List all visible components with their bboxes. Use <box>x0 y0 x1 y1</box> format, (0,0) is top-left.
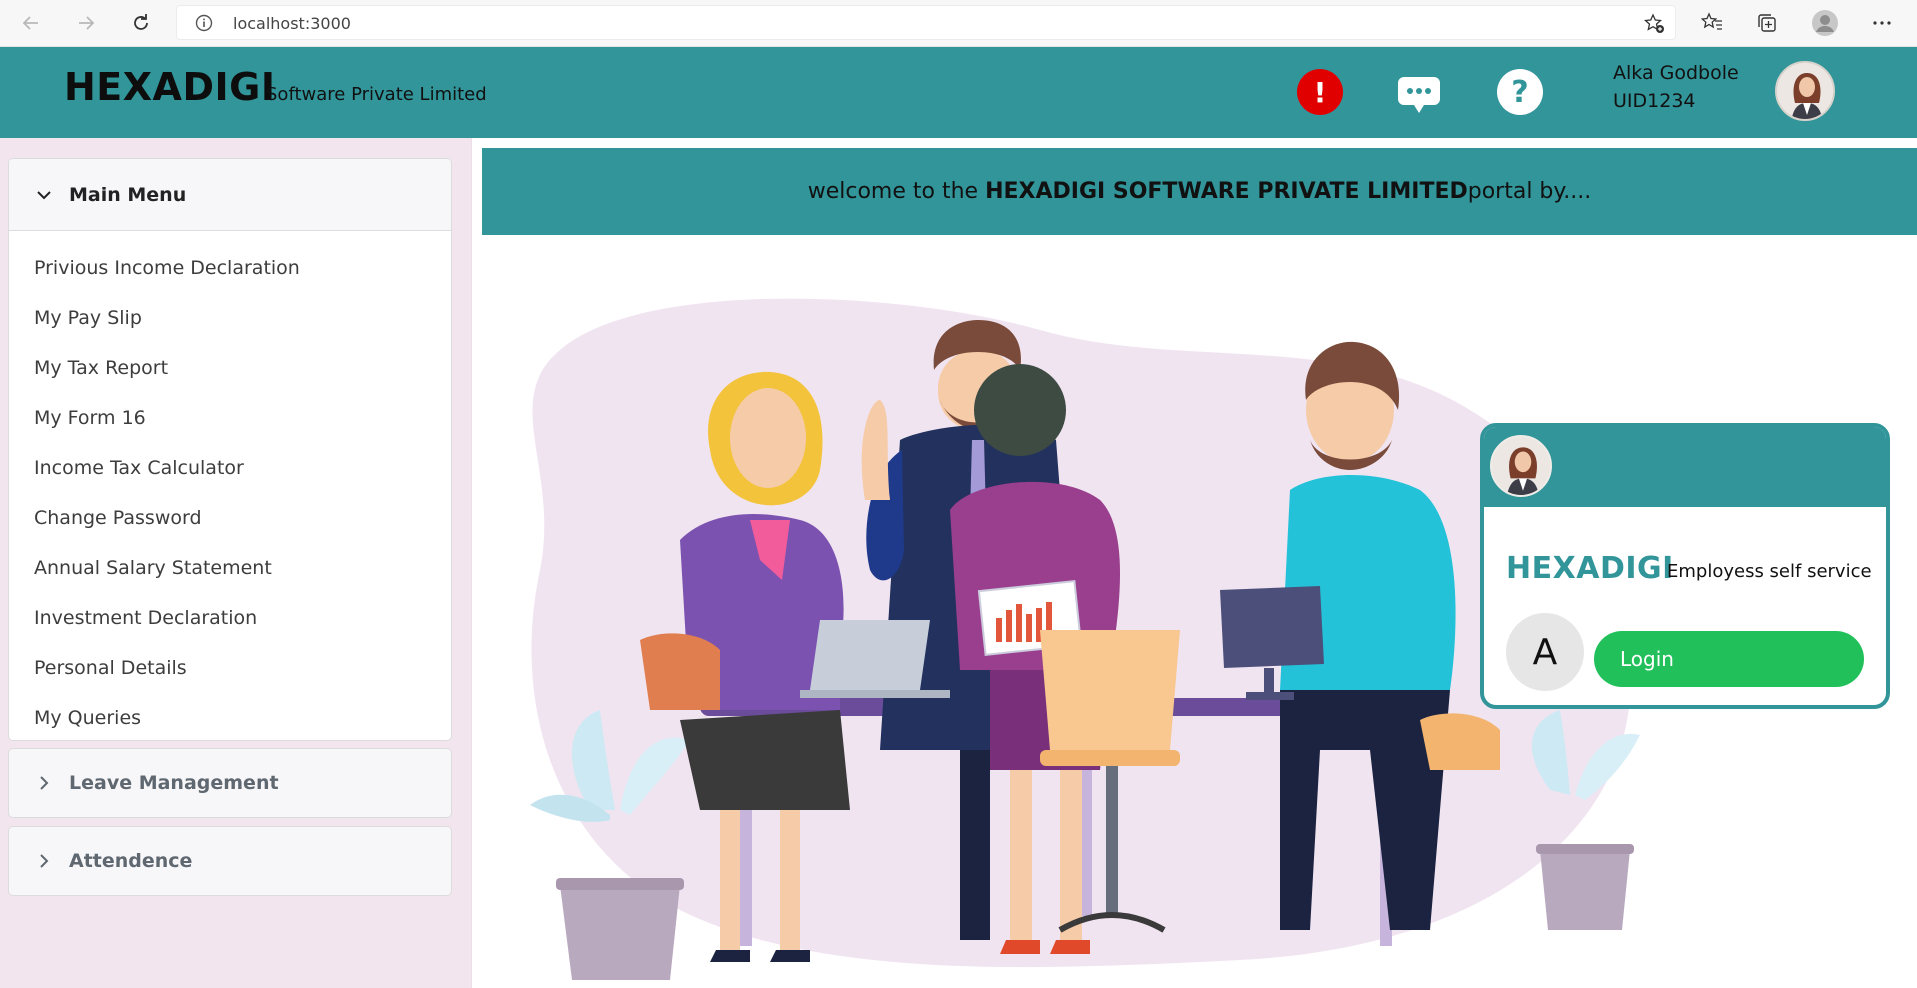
profile-icon[interactable] <box>1810 8 1840 38</box>
chevron-right-icon <box>35 772 57 794</box>
menu-item-my-form-16[interactable]: My Form 16 <box>9 393 451 443</box>
refresh-icon[interactable] <box>126 8 156 38</box>
leave-management-accordion[interactable]: Leave Management <box>8 748 452 818</box>
browser-toolbar: localhost:3000 <box>0 0 1917 47</box>
login-card: HEXADIGI Employess self service A Login <box>1480 423 1890 709</box>
menu-item-investment-declaration[interactable]: Investment Declaration <box>9 593 451 643</box>
menu-item-annual-salary-statement[interactable]: Annual Salary Statement <box>9 543 451 593</box>
sidebar: Main Menu Privious Income Declaration My… <box>0 138 472 988</box>
favorites-icon[interactable] <box>1697 8 1727 38</box>
main-menu-header[interactable]: Main Menu <box>9 159 451 231</box>
back-icon[interactable] <box>16 8 46 38</box>
attendence-accordion[interactable]: Attendence <box>8 826 452 896</box>
forward-icon[interactable] <box>71 8 101 38</box>
menu-item-my-tax-report[interactable]: My Tax Report <box>9 343 451 393</box>
avatar <box>1490 435 1552 497</box>
chair-left-icon <box>640 633 720 710</box>
user-id: UID1234 <box>1613 90 1696 112</box>
app-header: HEXADIGI Software Private Limited ! ? Al… <box>0 47 1917 138</box>
url-text[interactable]: localhost:3000 <box>233 14 351 33</box>
login-card-brand: HEXADIGI <box>1506 551 1674 586</box>
user-name: Alka Godbole <box>1613 62 1739 84</box>
collections-icon[interactable] <box>1752 8 1782 38</box>
address-bar[interactable]: localhost:3000 <box>176 5 1676 40</box>
brand-logo[interactable]: HEXADIGI <box>64 65 275 109</box>
welcome-prefix: welcome to the <box>807 179 986 204</box>
welcome-company: HEXADIGI SOFTWARE PRIVATE LIMITED <box>985 179 1468 204</box>
menu-item-previous-income-declaration[interactable]: Privious Income Declaration <box>9 243 451 293</box>
main-menu-title: Main Menu <box>69 183 187 206</box>
login-button[interactable]: Login <box>1594 631 1864 687</box>
help-glyph: ? <box>1511 74 1529 110</box>
avatar[interactable] <box>1775 61 1835 121</box>
menu-item-personal-details[interactable]: Personal Details <box>9 643 451 693</box>
chair-right-icon <box>1420 713 1500 770</box>
menu-item-my-queries[interactable]: My Queries <box>9 693 451 740</box>
login-card-subtitle: Employess self service <box>1667 561 1872 582</box>
welcome-banner: welcome to the HEXADIGI SOFTWARE PRIVATE… <box>482 148 1917 235</box>
user-initial-avatar: A <box>1506 613 1584 691</box>
leave-management-title: Leave Management <box>69 772 279 794</box>
main-menu-list: Privious Income Declaration My Pay Slip … <box>9 231 451 740</box>
main-menu-accordion: Main Menu Privious Income Declaration My… <box>8 158 452 741</box>
menu-item-my-pay-slip[interactable]: My Pay Slip <box>9 293 451 343</box>
attendence-title: Attendence <box>69 850 193 872</box>
welcome-suffix: portal by.... <box>1467 179 1592 204</box>
chat-icon[interactable] <box>1396 71 1442 117</box>
alert-glyph: ! <box>1313 75 1327 109</box>
favorite-add-icon[interactable] <box>1643 13 1665 39</box>
more-icon[interactable] <box>1867 8 1897 38</box>
chevron-right-icon <box>35 850 57 872</box>
info-icon[interactable] <box>195 14 213 36</box>
brand-subtitle: Software Private Limited <box>266 84 487 105</box>
help-icon[interactable]: ? <box>1497 69 1543 115</box>
chevron-down-icon <box>35 184 57 206</box>
menu-item-change-password[interactable]: Change Password <box>9 493 451 543</box>
menu-item-income-tax-calculator[interactable]: Income Tax Calculator <box>9 443 451 493</box>
alert-icon[interactable]: ! <box>1297 69 1343 115</box>
